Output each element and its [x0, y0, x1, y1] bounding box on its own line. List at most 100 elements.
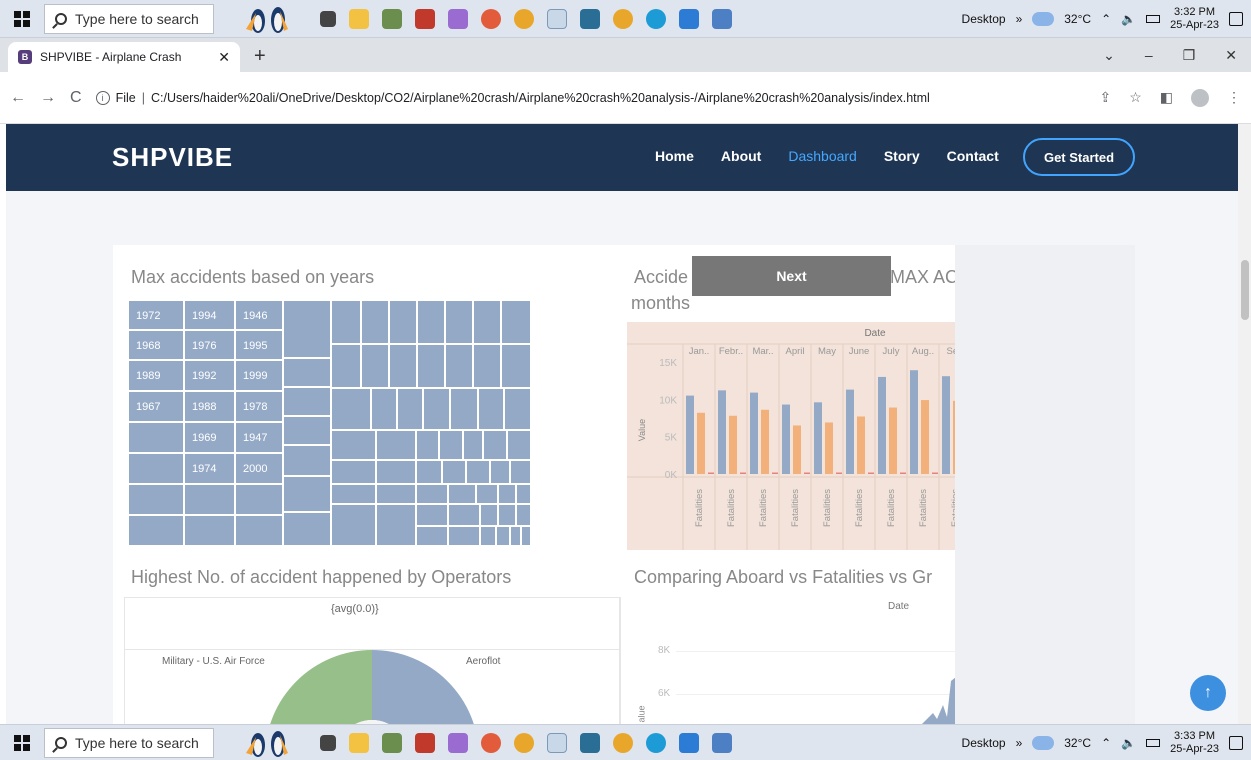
nav-story[interactable]: Story [884, 148, 920, 164]
chevron-icon[interactable]: » [1016, 736, 1023, 750]
weather-icon[interactable] [1032, 11, 1055, 26]
treemap-tile[interactable] [473, 300, 501, 344]
treemap-tile[interactable] [501, 344, 531, 388]
treemap-tile[interactable] [507, 430, 531, 460]
treemap-tile[interactable] [510, 526, 521, 546]
treemap-tile[interactable] [361, 300, 389, 344]
bar[interactable] [889, 407, 897, 474]
bar[interactable] [932, 472, 938, 474]
edge-icon[interactable] [646, 732, 666, 753]
treemap-tile[interactable] [516, 504, 531, 526]
xampp-icon[interactable] [415, 732, 435, 753]
treemap-tile[interactable] [450, 388, 478, 430]
treemap-tile[interactable] [416, 504, 448, 526]
treemap-tile[interactable] [480, 526, 496, 546]
bar[interactable] [729, 415, 737, 474]
bar[interactable] [708, 472, 714, 474]
treemap-tile[interactable] [498, 504, 516, 526]
weather-temp[interactable]: 32°C [1064, 736, 1091, 750]
treemap-tile[interactable] [283, 387, 331, 416]
treemap-tile[interactable] [501, 300, 531, 344]
treemap-tile-1994[interactable]: 1994 [184, 300, 235, 330]
battery-icon[interactable] [1146, 14, 1161, 23]
url-field[interactable]: i File | C:/Users/haider%20ali/OneDrive/… [95, 84, 1086, 112]
treemap-chart[interactable]: 1972 1994 1946 1968 1976 1995 1989 1992 1999 1967… [128, 300, 531, 546]
bar[interactable] [878, 376, 886, 474]
bar[interactable] [718, 390, 726, 474]
restore-icon[interactable]: ❐ [1183, 47, 1196, 64]
chrome-icon[interactable] [613, 8, 633, 29]
treemap-tile[interactable] [521, 526, 531, 546]
treemap-tile[interactable] [483, 430, 507, 460]
tab-close-icon[interactable]: ✕ [218, 49, 230, 66]
treemap-tile[interactable] [128, 484, 184, 515]
bar[interactable] [740, 472, 746, 474]
line-chart-box[interactable]: Date 8K 6K alue [620, 597, 956, 724]
treemap-tile[interactable] [184, 515, 235, 546]
bar[interactable] [804, 472, 810, 474]
tray-chevron-up-icon[interactable]: ⌃ [1101, 12, 1111, 26]
treemap-tile[interactable] [448, 484, 476, 504]
donut-chart[interactable] [265, 650, 479, 724]
treemap-tile[interactable] [498, 484, 516, 504]
treemap-tile[interactable] [331, 300, 361, 344]
profile-avatar[interactable] [1191, 88, 1209, 107]
treemap-tile[interactable] [376, 484, 416, 504]
bar[interactable] [846, 389, 854, 474]
treemap-tile[interactable] [476, 484, 498, 504]
treemap-tile[interactable] [376, 460, 416, 484]
vscode-icon[interactable] [679, 8, 699, 29]
reload-icon[interactable]: C [70, 89, 82, 107]
treemap-tile[interactable] [331, 484, 376, 504]
photos-app-icon[interactable] [382, 8, 402, 29]
treemap-tile[interactable] [184, 484, 235, 515]
treemap-tile[interactable] [423, 388, 450, 430]
window-close-icon[interactable]: ✕ [1225, 47, 1237, 64]
treemap-tile[interactable] [283, 476, 331, 512]
vscode-icon[interactable] [679, 732, 699, 753]
treemap-tile[interactable] [376, 504, 416, 546]
scrollbar-thumb[interactable] [1241, 260, 1249, 320]
notification-icon[interactable] [1229, 11, 1243, 26]
treemap-tile-1995[interactable]: 1995 [235, 330, 283, 360]
treemap-tile[interactable] [417, 344, 445, 388]
task-view-icon[interactable] [320, 734, 336, 751]
new-tab-icon[interactable]: + [254, 45, 266, 68]
edge-icon[interactable] [646, 8, 666, 29]
bookmark-star-icon[interactable]: ☆ [1129, 89, 1142, 106]
app-icon[interactable] [580, 8, 600, 29]
snowflake-app-icon[interactable] [547, 732, 567, 753]
battery-icon[interactable] [1146, 738, 1161, 747]
bar[interactable] [772, 472, 778, 474]
page-scrollbar[interactable] [1238, 124, 1251, 724]
xampp-icon[interactable] [415, 8, 435, 29]
treemap-tile-2000[interactable]: 2000 [235, 453, 283, 484]
bar[interactable] [825, 422, 833, 474]
task-view-icon[interactable] [320, 10, 336, 27]
treemap-tile[interactable] [283, 445, 331, 476]
bar[interactable] [750, 392, 758, 474]
treemap-tile[interactable] [283, 300, 331, 358]
treemap-tile[interactable] [439, 430, 463, 460]
treemap-tile-1988[interactable]: 1988 [184, 391, 235, 422]
bar-chart[interactable]: Date Value 15K 10K 5K 0K Jan.. Fatalities Febr… [627, 322, 955, 550]
snowflake-app-icon[interactable] [547, 8, 567, 29]
notepad-icon[interactable] [712, 732, 732, 753]
treemap-tile[interactable] [331, 344, 361, 388]
treemap-tile-1968[interactable]: 1968 [128, 330, 184, 360]
treemap-tile[interactable] [490, 460, 510, 484]
photos-app-icon[interactable] [382, 732, 402, 753]
nav-dashboard[interactable]: Dashboard [788, 148, 857, 164]
speaker-icon[interactable]: 🔈 [1121, 736, 1136, 750]
treemap-tile-1947[interactable]: 1947 [235, 422, 283, 453]
treemap-tile-1967[interactable]: 1967 [128, 391, 184, 422]
treemap-tile[interactable] [504, 388, 531, 430]
share-icon[interactable]: ⇪ [1099, 89, 1111, 106]
bar[interactable] [900, 472, 906, 474]
treemap-tile[interactable] [389, 300, 417, 344]
side-panel-icon[interactable]: ◧ [1160, 89, 1173, 106]
back-icon[interactable]: ← [10, 89, 26, 107]
treemap-tile[interactable] [397, 388, 423, 430]
treemap-tile[interactable] [445, 344, 473, 388]
treemap-tile[interactable] [445, 300, 473, 344]
